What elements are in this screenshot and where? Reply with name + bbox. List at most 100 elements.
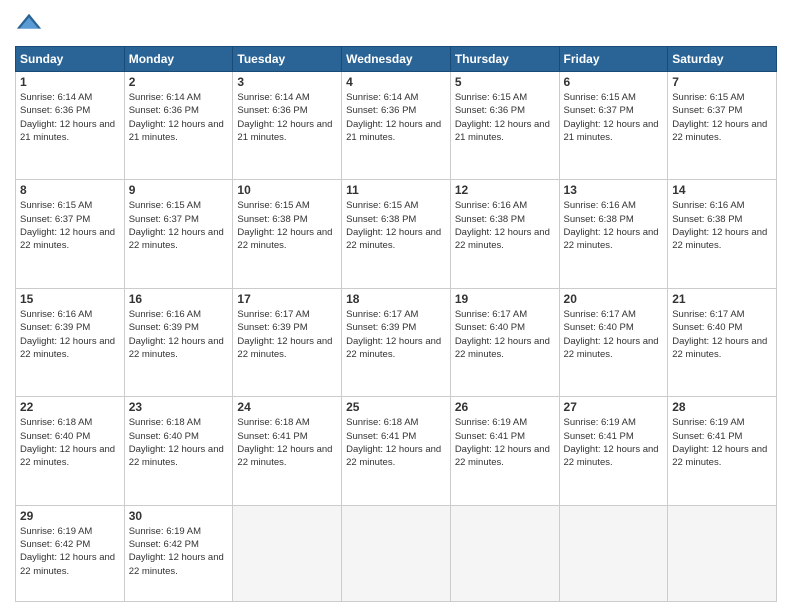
day-number: 5 — [455, 75, 555, 89]
day-number: 26 — [455, 400, 555, 414]
day-info: Sunrise: 6:19 AM Sunset: 6:41 PM Dayligh… — [564, 416, 664, 469]
weekday-header-friday: Friday — [559, 47, 668, 72]
daylight-label: Daylight: 12 hours and 22 minutes. — [129, 227, 224, 251]
daylight-label: Daylight: 12 hours and 22 minutes. — [346, 227, 441, 251]
day-info: Sunrise: 6:15 AM Sunset: 6:37 PM Dayligh… — [564, 91, 664, 144]
calendar-cell: 26 Sunrise: 6:19 AM Sunset: 6:41 PM Dayl… — [450, 397, 559, 505]
day-info: Sunrise: 6:18 AM Sunset: 6:41 PM Dayligh… — [346, 416, 446, 469]
daylight-label: Daylight: 12 hours and 22 minutes. — [672, 227, 767, 251]
day-number: 30 — [129, 509, 229, 523]
daylight-label: Daylight: 12 hours and 22 minutes. — [564, 227, 659, 251]
calendar-week-3: 15 Sunrise: 6:16 AM Sunset: 6:39 PM Dayl… — [16, 288, 777, 396]
day-info: Sunrise: 6:17 AM Sunset: 6:40 PM Dayligh… — [672, 308, 772, 361]
calendar-cell — [668, 505, 777, 601]
calendar-cell: 18 Sunrise: 6:17 AM Sunset: 6:39 PM Dayl… — [342, 288, 451, 396]
sunset-label: Sunset: 6:37 PM — [564, 105, 634, 116]
calendar-cell: 5 Sunrise: 6:15 AM Sunset: 6:36 PM Dayli… — [450, 72, 559, 180]
sunset-label: Sunset: 6:39 PM — [237, 322, 307, 333]
calendar-cell: 7 Sunrise: 6:15 AM Sunset: 6:37 PM Dayli… — [668, 72, 777, 180]
sunset-label: Sunset: 6:40 PM — [672, 322, 742, 333]
day-number: 20 — [564, 292, 664, 306]
sunset-label: Sunset: 6:40 PM — [455, 322, 525, 333]
sunrise-label: Sunrise: 6:19 AM — [129, 526, 201, 537]
calendar-cell: 27 Sunrise: 6:19 AM Sunset: 6:41 PM Dayl… — [559, 397, 668, 505]
calendar-cell: 14 Sunrise: 6:16 AM Sunset: 6:38 PM Dayl… — [668, 180, 777, 288]
sunset-label: Sunset: 6:38 PM — [564, 214, 634, 225]
calendar-cell: 6 Sunrise: 6:15 AM Sunset: 6:37 PM Dayli… — [559, 72, 668, 180]
weekday-header-monday: Monday — [124, 47, 233, 72]
calendar-cell: 16 Sunrise: 6:16 AM Sunset: 6:39 PM Dayl… — [124, 288, 233, 396]
daylight-label: Daylight: 12 hours and 22 minutes. — [672, 119, 767, 143]
sunrise-label: Sunrise: 6:15 AM — [455, 92, 527, 103]
sunset-label: Sunset: 6:37 PM — [20, 214, 90, 225]
day-info: Sunrise: 6:17 AM Sunset: 6:40 PM Dayligh… — [455, 308, 555, 361]
calendar-cell: 8 Sunrise: 6:15 AM Sunset: 6:37 PM Dayli… — [16, 180, 125, 288]
calendar-week-4: 22 Sunrise: 6:18 AM Sunset: 6:40 PM Dayl… — [16, 397, 777, 505]
calendar-cell: 3 Sunrise: 6:14 AM Sunset: 6:36 PM Dayli… — [233, 72, 342, 180]
day-info: Sunrise: 6:14 AM Sunset: 6:36 PM Dayligh… — [237, 91, 337, 144]
day-number: 10 — [237, 183, 337, 197]
day-info: Sunrise: 6:14 AM Sunset: 6:36 PM Dayligh… — [20, 91, 120, 144]
sunrise-label: Sunrise: 6:16 AM — [672, 200, 744, 211]
daylight-label: Daylight: 12 hours and 22 minutes. — [672, 336, 767, 360]
daylight-label: Daylight: 12 hours and 22 minutes. — [346, 336, 441, 360]
sunrise-label: Sunrise: 6:17 AM — [564, 309, 636, 320]
day-number: 3 — [237, 75, 337, 89]
sunset-label: Sunset: 6:36 PM — [346, 105, 416, 116]
sunset-label: Sunset: 6:42 PM — [20, 539, 90, 550]
sunrise-label: Sunrise: 6:15 AM — [20, 200, 92, 211]
day-info: Sunrise: 6:17 AM Sunset: 6:40 PM Dayligh… — [564, 308, 664, 361]
sunrise-label: Sunrise: 6:18 AM — [20, 417, 92, 428]
day-info: Sunrise: 6:19 AM Sunset: 6:41 PM Dayligh… — [672, 416, 772, 469]
sunrise-label: Sunrise: 6:19 AM — [564, 417, 636, 428]
daylight-label: Daylight: 12 hours and 21 minutes. — [455, 119, 550, 143]
daylight-label: Daylight: 12 hours and 22 minutes. — [564, 336, 659, 360]
sunrise-label: Sunrise: 6:16 AM — [20, 309, 92, 320]
calendar-cell: 2 Sunrise: 6:14 AM Sunset: 6:36 PM Dayli… — [124, 72, 233, 180]
weekday-header-thursday: Thursday — [450, 47, 559, 72]
calendar-cell: 12 Sunrise: 6:16 AM Sunset: 6:38 PM Dayl… — [450, 180, 559, 288]
day-number: 25 — [346, 400, 446, 414]
logo-icon — [15, 10, 43, 38]
sunset-label: Sunset: 6:41 PM — [564, 431, 634, 442]
daylight-label: Daylight: 12 hours and 22 minutes. — [455, 227, 550, 251]
sunrise-label: Sunrise: 6:16 AM — [129, 309, 201, 320]
day-info: Sunrise: 6:18 AM Sunset: 6:41 PM Dayligh… — [237, 416, 337, 469]
daylight-label: Daylight: 12 hours and 22 minutes. — [346, 444, 441, 468]
sunset-label: Sunset: 6:41 PM — [672, 431, 742, 442]
calendar-cell: 19 Sunrise: 6:17 AM Sunset: 6:40 PM Dayl… — [450, 288, 559, 396]
sunset-label: Sunset: 6:37 PM — [129, 214, 199, 225]
sunrise-label: Sunrise: 6:15 AM — [237, 200, 309, 211]
day-number: 14 — [672, 183, 772, 197]
day-info: Sunrise: 6:18 AM Sunset: 6:40 PM Dayligh… — [20, 416, 120, 469]
sunset-label: Sunset: 6:38 PM — [455, 214, 525, 225]
calendar-cell — [342, 505, 451, 601]
day-info: Sunrise: 6:16 AM Sunset: 6:39 PM Dayligh… — [20, 308, 120, 361]
daylight-label: Daylight: 12 hours and 22 minutes. — [20, 444, 115, 468]
day-info: Sunrise: 6:17 AM Sunset: 6:39 PM Dayligh… — [346, 308, 446, 361]
day-info: Sunrise: 6:19 AM Sunset: 6:41 PM Dayligh… — [455, 416, 555, 469]
day-number: 4 — [346, 75, 446, 89]
day-number: 28 — [672, 400, 772, 414]
day-info: Sunrise: 6:15 AM Sunset: 6:37 PM Dayligh… — [129, 199, 229, 252]
day-number: 12 — [455, 183, 555, 197]
calendar-cell: 21 Sunrise: 6:17 AM Sunset: 6:40 PM Dayl… — [668, 288, 777, 396]
sunrise-label: Sunrise: 6:15 AM — [564, 92, 636, 103]
sunrise-label: Sunrise: 6:19 AM — [672, 417, 744, 428]
daylight-label: Daylight: 12 hours and 22 minutes. — [455, 444, 550, 468]
day-info: Sunrise: 6:19 AM Sunset: 6:42 PM Dayligh… — [129, 525, 229, 578]
page: SundayMondayTuesdayWednesdayThursdayFrid… — [0, 0, 792, 612]
daylight-label: Daylight: 12 hours and 22 minutes. — [672, 444, 767, 468]
sunset-label: Sunset: 6:42 PM — [129, 539, 199, 550]
sunrise-label: Sunrise: 6:15 AM — [672, 92, 744, 103]
day-info: Sunrise: 6:15 AM Sunset: 6:37 PM Dayligh… — [20, 199, 120, 252]
day-info: Sunrise: 6:17 AM Sunset: 6:39 PM Dayligh… — [237, 308, 337, 361]
day-number: 7 — [672, 75, 772, 89]
daylight-label: Daylight: 12 hours and 22 minutes. — [564, 444, 659, 468]
sunset-label: Sunset: 6:37 PM — [672, 105, 742, 116]
day-info: Sunrise: 6:18 AM Sunset: 6:40 PM Dayligh… — [129, 416, 229, 469]
calendar-week-1: 1 Sunrise: 6:14 AM Sunset: 6:36 PM Dayli… — [16, 72, 777, 180]
sunset-label: Sunset: 6:38 PM — [237, 214, 307, 225]
sunset-label: Sunset: 6:39 PM — [129, 322, 199, 333]
sunrise-label: Sunrise: 6:16 AM — [564, 200, 636, 211]
